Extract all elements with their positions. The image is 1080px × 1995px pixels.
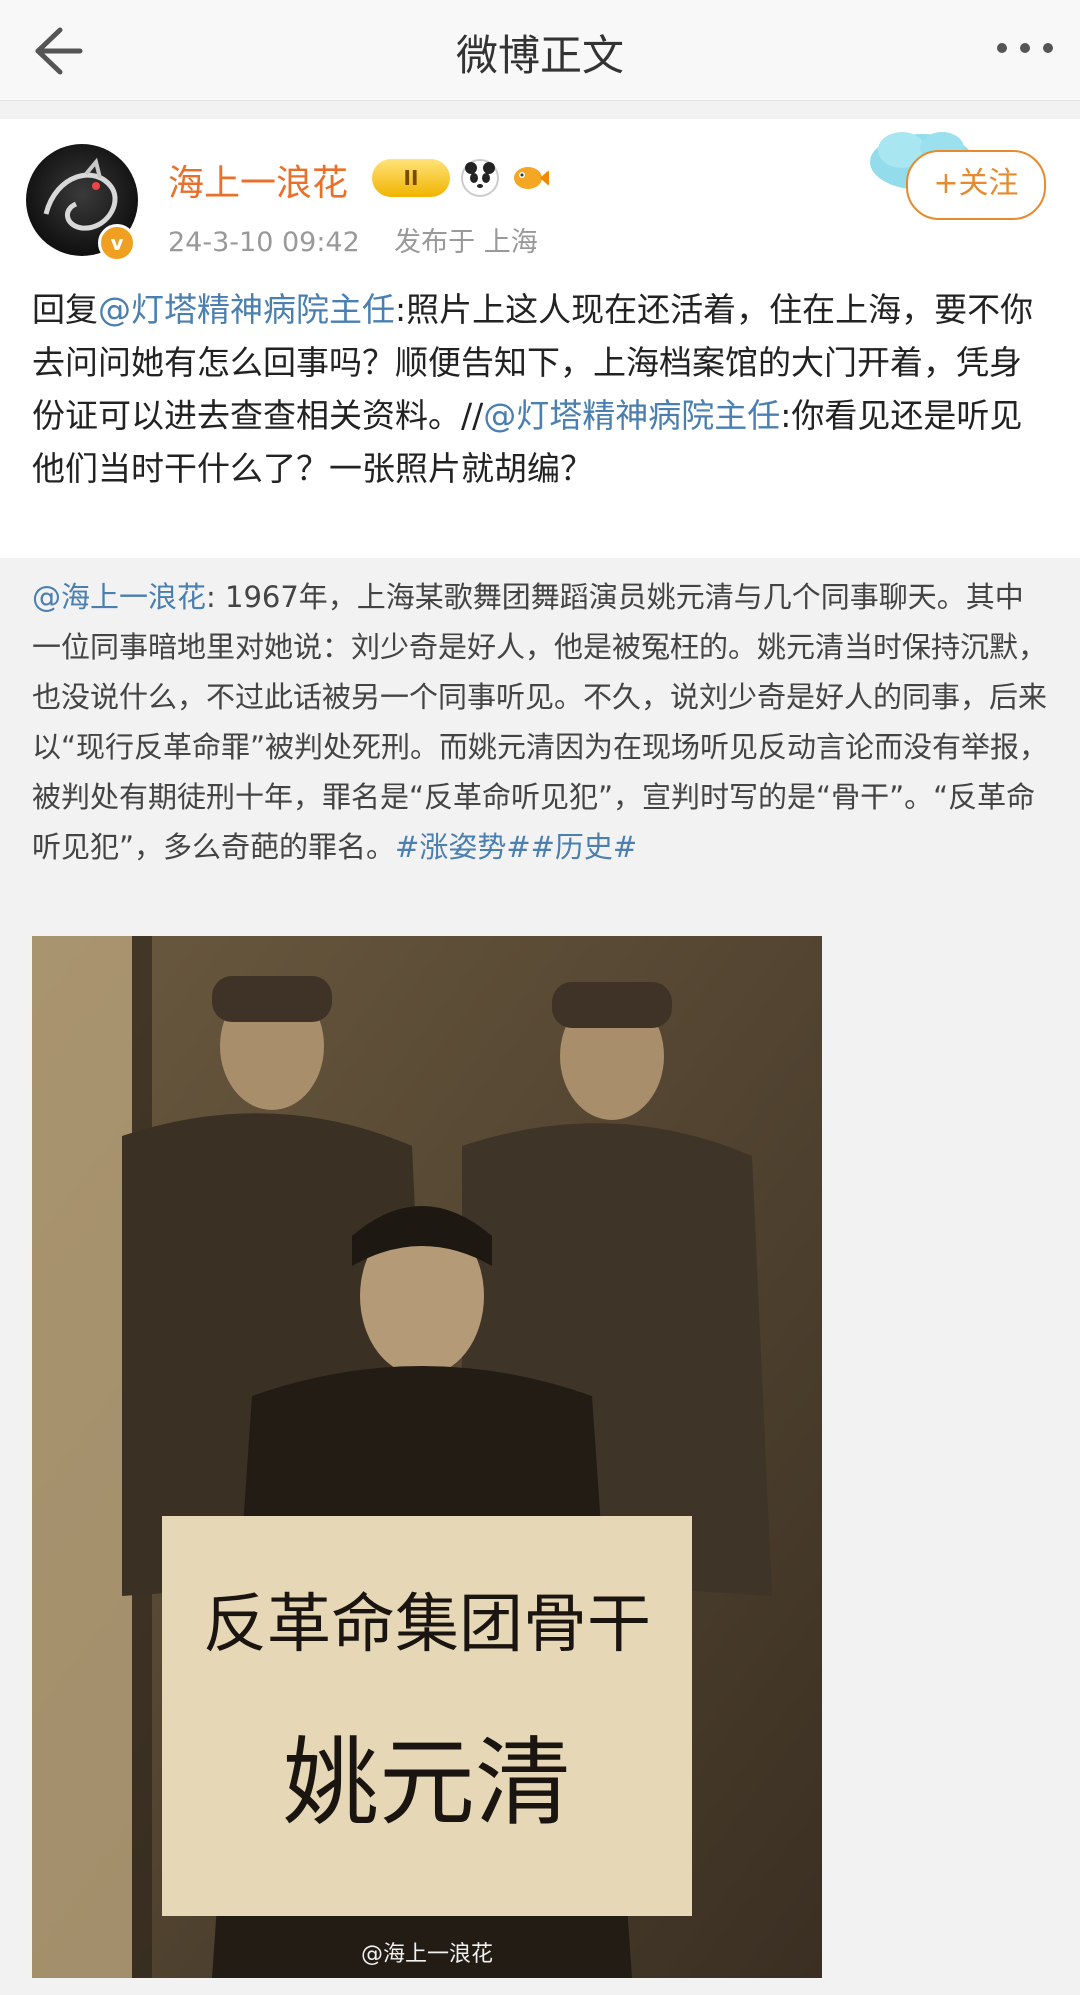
fish-badge-icon bbox=[514, 167, 549, 189]
historical-photo-image: 反革命集团骨干 姚元清 bbox=[32, 936, 822, 1978]
user-badges: II bbox=[372, 156, 550, 200]
mention-link[interactable]: @灯塔精神病院主任 bbox=[98, 290, 395, 329]
post-source: 发布于 上海 bbox=[394, 227, 538, 258]
more-dots-icon[interactable] bbox=[990, 18, 1060, 78]
hashtag-link[interactable]: #涨姿势##历史# bbox=[395, 830, 637, 864]
quoted-post[interactable]: @海上一浪花: 1967年，上海某歌舞团舞蹈演员姚元清与几个同事聊天。其中一位同… bbox=[0, 558, 1080, 1995]
verified-badge-icon: v bbox=[98, 224, 136, 262]
username[interactable]: 海上一浪花 bbox=[168, 154, 348, 206]
section-divider bbox=[0, 101, 1080, 119]
post-meta: 24-3-10 09:42 发布于 上海 bbox=[168, 220, 538, 259]
reply-text: 回复@灯塔精神病院主任:照片上这人现在还活着，住在上海，要不你去问问她有怎么回事… bbox=[32, 290, 1034, 488]
level-crown-badge-icon: II bbox=[372, 159, 450, 197]
follow-button[interactable]: +关注 bbox=[906, 150, 1046, 220]
nav-bar: 微博正文 bbox=[0, 0, 1080, 101]
panda-badge-icon bbox=[461, 159, 499, 197]
mention-link[interactable]: @灯塔精神病院主任 bbox=[483, 396, 780, 435]
quoted-post-text: @海上一浪花: 1967年，上海某歌舞团舞蹈演员姚元清与几个同事聊天。其中一位同… bbox=[32, 580, 1049, 864]
quoted-author-link[interactable]: @海上一浪花 bbox=[32, 580, 206, 614]
post-time: 24-3-10 09:42 bbox=[168, 227, 360, 258]
post-photo[interactable]: 反革命集团骨干 姚元清 @海上一浪花 bbox=[32, 936, 822, 1978]
placard-text-line1: 反革命集团骨干 bbox=[203, 1588, 651, 1662]
photo-watermark: @海上一浪花 bbox=[360, 1942, 493, 1967]
page-title: 微博正文 bbox=[455, 31, 624, 80]
placard-text-line2: 姚元清 bbox=[283, 1727, 571, 1839]
